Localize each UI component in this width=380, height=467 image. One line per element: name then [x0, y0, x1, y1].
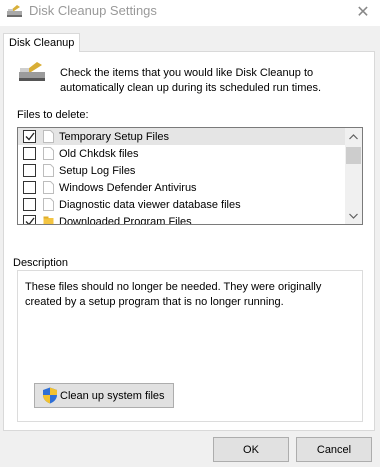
list-item[interactable]: Old Chkdsk files: [18, 145, 345, 162]
file-icon: [43, 130, 54, 143]
file-icon: [43, 147, 54, 160]
item-label: Setup Log Files: [59, 164, 136, 177]
disk-cleanup-icon: [7, 5, 22, 17]
files-listbox[interactable]: Temporary Setup Files Old Chkdsk files S…: [17, 127, 363, 225]
shield-icon: [43, 387, 57, 404]
item-checkbox[interactable]: [23, 147, 36, 160]
description-text: These files should no longer be needed. …: [25, 281, 322, 308]
item-checkbox[interactable]: [23, 215, 36, 224]
item-checkbox[interactable]: [23, 181, 36, 194]
item-label: Temporary Setup Files: [59, 130, 170, 143]
ok-button[interactable]: OK: [213, 437, 289, 462]
file-icon: [43, 198, 54, 211]
list-item[interactable]: Temporary Setup Files: [18, 128, 345, 145]
list-item[interactable]: Downloaded Program Files: [18, 213, 345, 225]
description-legend: Description: [11, 257, 71, 269]
files-to-delete-label: Files to delete:: [17, 109, 89, 121]
scroll-thumb[interactable]: [346, 147, 361, 164]
cancel-label: Cancel: [316, 443, 352, 456]
item-checkbox[interactable]: [23, 198, 36, 211]
item-checkbox[interactable]: [23, 130, 36, 143]
tab-disk-cleanup[interactable]: Disk Cleanup: [3, 33, 80, 52]
tab-label: Disk Cleanup: [9, 37, 75, 49]
ok-label: OK: [243, 443, 259, 456]
cancel-button[interactable]: Cancel: [296, 437, 372, 462]
chevron-down-icon: [349, 213, 358, 219]
clean-up-system-files-label: Clean up system files: [60, 389, 165, 402]
checkmark-icon: [25, 132, 35, 141]
close-icon: ✕: [356, 4, 370, 21]
item-checkbox[interactable]: [23, 164, 36, 177]
scroll-down-button[interactable]: [345, 207, 362, 224]
checkmark-icon: [25, 217, 35, 224]
list-item[interactable]: Setup Log Files: [18, 162, 345, 179]
file-icon: [43, 164, 54, 177]
tab-panel: Check the items that you would like Disk…: [3, 51, 375, 431]
close-button[interactable]: ✕: [346, 0, 380, 24]
clean-up-system-files-button[interactable]: Clean up system files: [34, 383, 174, 408]
disk-cleanup-large-icon: [19, 62, 45, 81]
item-label: Old Chkdsk files: [59, 147, 139, 160]
intro-text: Check the items that you would like Disk…: [60, 67, 322, 94]
item-label: Diagnostic data viewer database files: [59, 198, 241, 211]
scroll-up-button[interactable]: [345, 128, 362, 145]
vertical-scrollbar[interactable]: [345, 128, 362, 224]
title-bar: Disk Cleanup Settings ✕: [0, 0, 380, 26]
chevron-up-icon: [349, 133, 358, 139]
folder-icon: [43, 216, 54, 224]
disk-cleanup-settings-window: Disk Cleanup Settings ✕ Disk Cleanup Che…: [0, 0, 380, 467]
list-item[interactable]: Windows Defender Antivirus: [18, 179, 345, 196]
window-title: Disk Cleanup Settings: [29, 3, 157, 18]
list-item[interactable]: Diagnostic data viewer database files: [18, 196, 345, 213]
item-label: Downloaded Program Files: [59, 215, 192, 225]
item-label: Windows Defender Antivirus: [59, 181, 197, 194]
file-icon: [43, 181, 54, 194]
